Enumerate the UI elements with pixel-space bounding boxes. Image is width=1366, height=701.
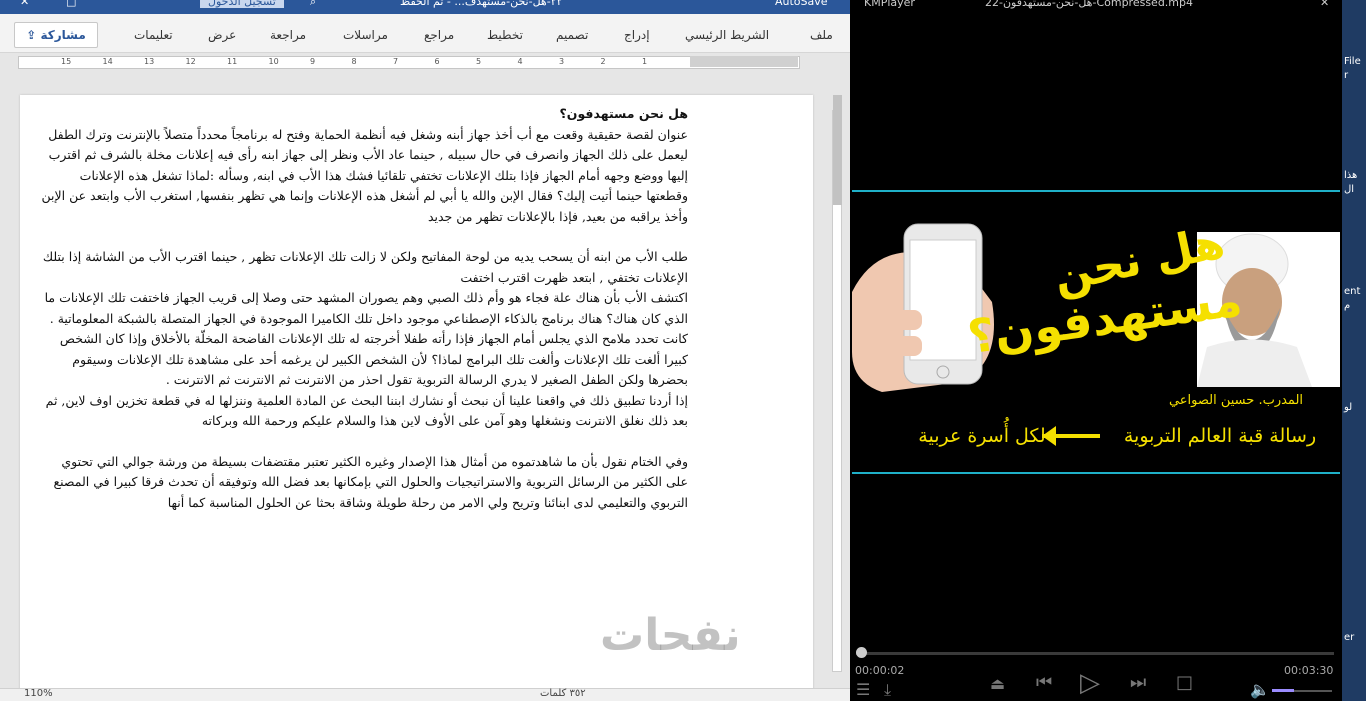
ruler-margin — [690, 56, 798, 67]
volume-level — [1272, 689, 1294, 692]
ruler-number: 4 — [517, 57, 523, 66]
desktop-label[interactable]: م — [1344, 300, 1350, 311]
download-icon[interactable]: ⤓ — [884, 680, 891, 700]
desktop-label[interactable]: لو — [1344, 402, 1352, 413]
ruler-number: 15 — [61, 57, 72, 66]
stop-icon[interactable]: □ — [1176, 672, 1193, 693]
tab-home[interactable]: الشريط الرئيسي — [685, 28, 769, 42]
seek-track[interactable] — [856, 652, 1334, 655]
tab-view[interactable]: عرض — [208, 28, 236, 42]
ruler-number: 10 — [268, 57, 279, 66]
share-label: مشاركة — [40, 28, 86, 42]
desktop-label[interactable]: هذا — [1344, 170, 1357, 181]
next-icon[interactable]: ⏭ — [1130, 672, 1146, 693]
trainer-name: المدرب. حسين الصواعي — [1169, 393, 1303, 408]
restore-icon[interactable]: □ — [66, 0, 76, 8]
player-file-name: 22-هل-نحن-مستهدفون-Compressed.mp4 — [985, 0, 1193, 9]
ruler-number: 9 — [310, 57, 316, 66]
eject-icon[interactable]: ⏏ — [990, 674, 1005, 693]
tab-file[interactable]: ملف — [810, 28, 833, 42]
desktop-edge: File r هذا ال ent م لو er — [1342, 0, 1366, 701]
previous-icon[interactable]: ⏮ — [1036, 672, 1052, 693]
paragraph: كانت تحدد ملامح الذي يجلس أمام الجهاز فإ… — [59, 331, 688, 387]
current-time: 00:00:02 — [855, 664, 905, 677]
play-icon[interactable]: ▷ — [1080, 668, 1100, 698]
tab-help[interactable]: تعليمات — [134, 28, 173, 42]
ruler-number: 11 — [227, 57, 238, 66]
ruler-number: 13 — [144, 57, 155, 66]
paragraph: عنوان لقصة حقيقية وقعت مع أب أخذ جهاز أب… — [41, 126, 688, 224]
paragraph: إذا أردنا تطبيق ذلك في واقعنا علينا أن ن… — [45, 392, 688, 429]
close-icon[interactable]: ✕ — [20, 0, 29, 8]
word-titlebar: ✕ □ تسجيل الدخول ⌕ ٢٢-هل-نحن-مستهدف... -… — [0, 0, 850, 14]
player-close-icon[interactable]: ✕ — [1320, 0, 1329, 9]
word-window: ✕ □ تسجيل الدخول ⌕ ٢٢-هل-نحن-مستهدف... -… — [0, 0, 850, 701]
tab-design[interactable]: تصميم — [556, 28, 588, 42]
total-time: 00:03:30 — [1284, 664, 1334, 677]
ruler-number: 6 — [434, 57, 440, 66]
document-body[interactable]: هل نحن مستهدفون؟ عنوان لقصة حقيقية وقعت … — [40, 104, 688, 513]
tab-insert[interactable]: إدراج — [624, 28, 650, 42]
desktop-label[interactable]: ent — [1344, 286, 1360, 297]
document-title: ٢٢-هل-نحن-مستهدف... - تم الحفظ — [400, 0, 563, 8]
ruler-number: 3 — [559, 57, 565, 66]
sign-in-button[interactable]: تسجيل الدخول — [200, 0, 284, 8]
word-count[interactable]: ٣٥٢ كلمات — [540, 688, 586, 699]
status-bar: 110% ٣٥٢ كلمات — [0, 688, 850, 701]
volume-icon[interactable]: 🔈 — [1250, 680, 1270, 699]
share-icon: ⇪ — [26, 28, 37, 42]
ruler-number: 8 — [351, 57, 357, 66]
player-titlebar: KMPlayer 22-هل-نحن-مستهدفون-Compressed.m… — [850, 0, 1342, 14]
desktop-label[interactable]: File — [1344, 56, 1361, 67]
ruler-number: 5 — [476, 57, 482, 66]
tab-references[interactable]: مراجع — [424, 28, 454, 42]
ruler-bar[interactable]: 15 14 13 12 11 10 9 8 7 6 5 4 3 2 1 — [18, 56, 800, 69]
player-app-name: KMPlayer — [864, 0, 915, 9]
scrollbar-thumb[interactable] — [833, 95, 842, 205]
video-frame[interactable]: هل نحن مستهدفون؟ المدرب. حسين الصواعي لك… — [852, 190, 1340, 474]
ruler-number: 1 — [642, 57, 648, 66]
paragraph: اكتشف الأب بأن هناك علة فجاء هو وأم ذلك … — [44, 290, 688, 326]
tab-mailings[interactable]: مراسلات — [343, 28, 388, 42]
video-illustration: هل نحن مستهدفون؟ المدرب. حسين الصواعي لك… — [852, 217, 1340, 447]
ruler-number: 2 — [600, 57, 606, 66]
share-button[interactable]: ⇪ مشاركة — [14, 22, 98, 48]
ruler-number: 12 — [185, 57, 196, 66]
tab-layout[interactable]: تخطيط — [487, 28, 523, 42]
ruler-number: 14 — [102, 57, 113, 66]
zoom-level[interactable]: 110% — [24, 688, 53, 699]
seek-handle[interactable] — [855, 647, 867, 658]
ruler-number: 7 — [393, 57, 399, 66]
document-heading: هل نحن مستهدفون؟ — [559, 106, 688, 121]
tab-review[interactable]: مراجعة — [270, 28, 306, 42]
paragraph: طلب الأب من ابنه أن يسحب يديه من لوحة ال… — [42, 249, 688, 285]
autosave-label[interactable]: AutoSave — [775, 0, 828, 8]
paragraph: وفي الختام نقول بأن ما شاهدتموه من أمثال… — [53, 453, 689, 510]
desktop-label[interactable]: ال — [1344, 184, 1354, 195]
desktop-label[interactable]: r — [1344, 70, 1348, 81]
banner-right: رسالة قبة العالم التربوية — [1124, 425, 1316, 447]
search-icon[interactable]: ⌕ — [310, 0, 316, 9]
desktop-label[interactable]: er — [1344, 632, 1354, 643]
playlist-icon[interactable]: ☰ — [856, 680, 870, 699]
watermark: نفحات — [600, 610, 741, 661]
banner-left: لكل أُسرة عربية — [918, 418, 1045, 447]
